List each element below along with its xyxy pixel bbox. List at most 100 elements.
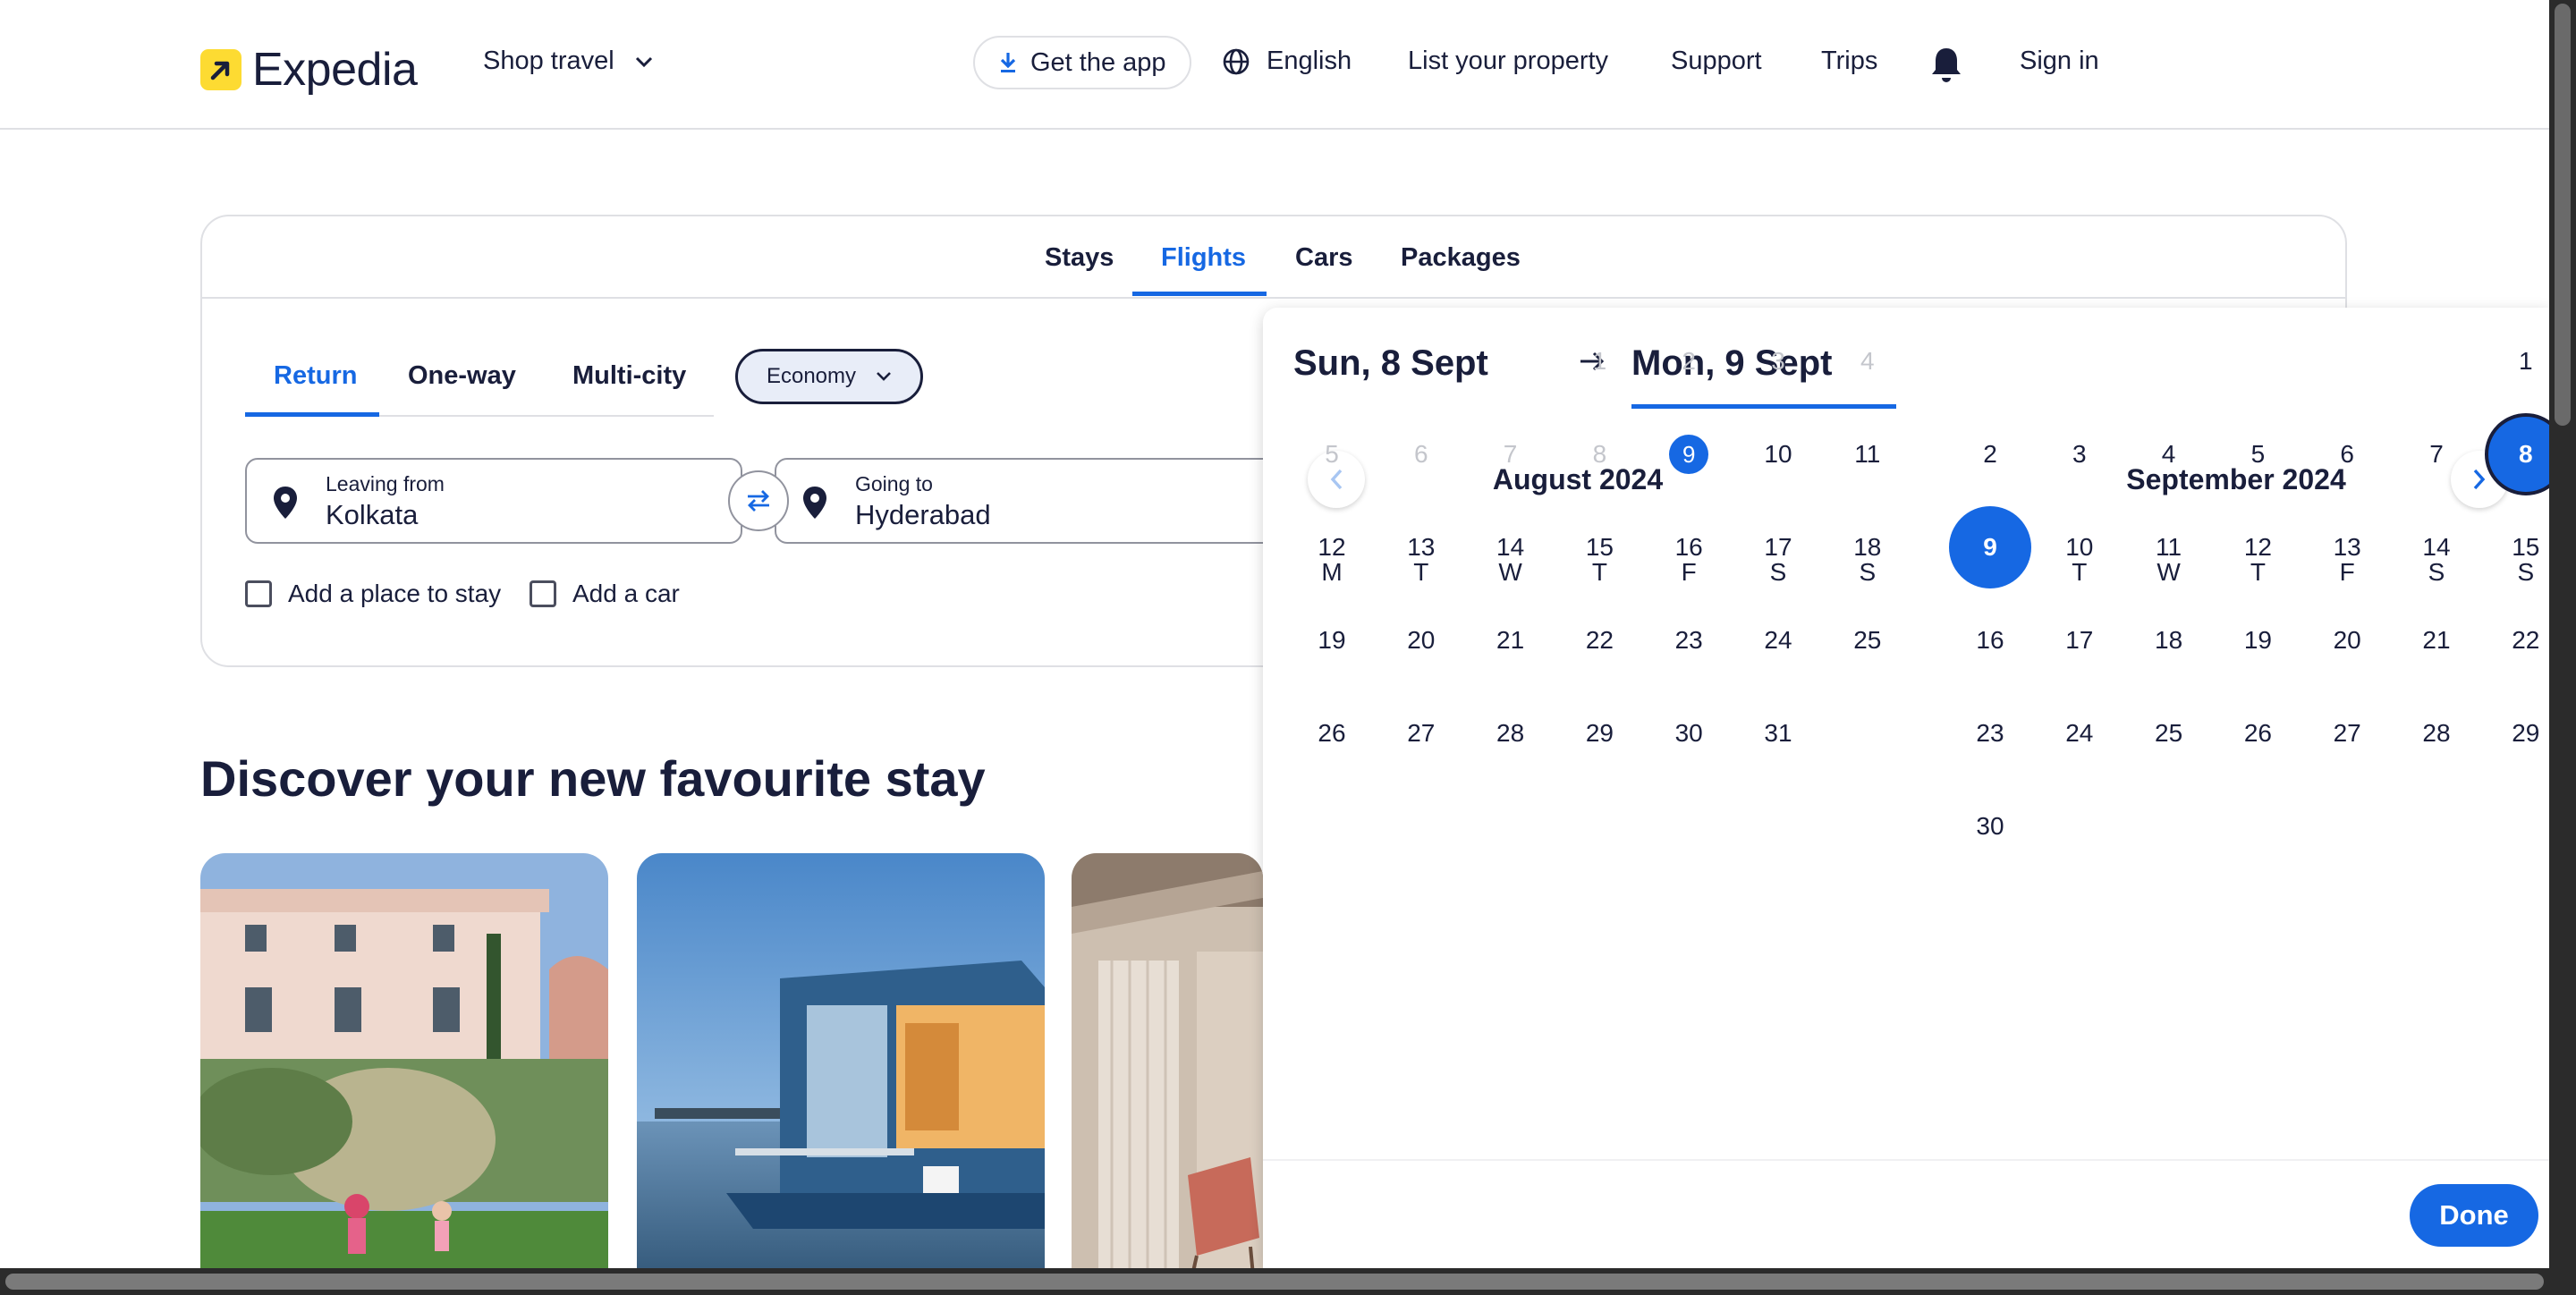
calendar-day[interactable]: 6 xyxy=(2306,413,2388,495)
cabin-class-dropdown[interactable]: Economy xyxy=(735,349,923,404)
calendar-day[interactable]: 24 xyxy=(2038,692,2121,774)
calendar-day[interactable]: 29 xyxy=(1558,692,1640,774)
going-to-value: Hyderabad xyxy=(855,499,991,530)
add-car-checkbox[interactable]: Add a car xyxy=(530,580,680,608)
calendar-day[interactable]: 14 xyxy=(1470,506,1552,588)
calendar-day: 5 xyxy=(1325,440,1339,468)
trip-type-return[interactable]: Return xyxy=(274,361,357,391)
leaving-from-value: Kolkata xyxy=(326,499,419,530)
calendar-day[interactable]: 21 xyxy=(2395,599,2478,681)
active-date-indicator xyxy=(1631,404,1896,409)
expedia-logo[interactable]: Expedia xyxy=(200,43,418,97)
stay-card-image-houseboat[interactable] xyxy=(637,853,1045,1295)
get-the-app-button[interactable]: Get the app xyxy=(973,36,1191,89)
top-header: Expedia Shop travel Get the app English … xyxy=(0,0,2549,130)
calendar-day[interactable]: 24 xyxy=(1737,599,1819,681)
calendar-day[interactable]: 10 xyxy=(1737,413,1819,495)
checkbox-box xyxy=(245,580,272,607)
calendar-day[interactable]: 23 xyxy=(1648,599,1730,681)
calendar-day[interactable]: 7 xyxy=(2395,413,2478,495)
leaving-from-field[interactable]: Leaving from Kolkata xyxy=(245,458,742,544)
calendar-day[interactable]: 30 xyxy=(1648,692,1730,774)
calendar-day[interactable]: 12 xyxy=(2216,506,2299,588)
location-pin-icon xyxy=(803,487,826,519)
calendar-day[interactable]: 3 xyxy=(2038,413,2121,495)
vertical-scrollbar-thumb[interactable] xyxy=(2555,4,2571,426)
logo-text: Expedia xyxy=(252,44,418,96)
swap-arrows-icon xyxy=(748,490,769,512)
calendar-day[interactable]: 26 xyxy=(1291,692,1373,774)
calendar-day[interactable]: 27 xyxy=(2306,692,2388,774)
calendar-day[interactable]: 18 xyxy=(1826,506,1909,588)
calendar-day[interactable]: 16 xyxy=(1949,599,2031,681)
calendar-day: 8 xyxy=(1592,440,1607,468)
calendar-day[interactable]: 21 xyxy=(1470,599,1552,681)
cabin-class-label: Economy xyxy=(766,364,857,388)
list-property-link[interactable]: List your property xyxy=(1408,47,1608,76)
calendar-day[interactable]: 18 xyxy=(2128,599,2210,681)
calendar-day[interactable]: 27 xyxy=(1380,692,1462,774)
tab-flights[interactable]: Flights xyxy=(1161,243,1246,273)
calendar-day[interactable]: 31 xyxy=(1737,692,1819,774)
calendar-day[interactable]: 19 xyxy=(2216,599,2299,681)
calendar-day[interactable]: 9 xyxy=(1648,413,1730,495)
calendar-day[interactable]: 2 xyxy=(1949,413,2031,495)
calendar-day[interactable]: 20 xyxy=(1380,599,1462,681)
done-button[interactable]: Done xyxy=(2410,1184,2538,1247)
tab-stays[interactable]: Stays xyxy=(1045,243,1114,273)
calendar-day[interactable]: 4 xyxy=(2128,413,2210,495)
tab-cars[interactable]: Cars xyxy=(1295,243,1353,273)
calendar-day[interactable]: 23 xyxy=(1949,692,2031,774)
calendar-day[interactable]: 30 xyxy=(1949,785,2031,868)
calendar-day[interactable]: 13 xyxy=(1380,506,1462,588)
stay-card-image-villa[interactable] xyxy=(200,853,608,1295)
trips-link[interactable]: Trips xyxy=(1821,47,1877,76)
calendar-day[interactable]: 28 xyxy=(1470,692,1552,774)
support-link[interactable]: Support xyxy=(1671,47,1762,76)
location-pin-icon xyxy=(274,487,297,519)
calendar-day[interactable]: 13 xyxy=(2306,506,2388,588)
departure-date[interactable]: Sun, 8 Sept xyxy=(1293,343,1488,384)
calendar-day: 3 xyxy=(1771,347,1785,375)
calendar-day[interactable]: 19 xyxy=(1291,599,1373,681)
shop-travel-menu[interactable]: Shop travel xyxy=(483,47,654,76)
calendar-day[interactable]: 11 xyxy=(2128,506,2210,588)
calendar-day[interactable]: 10 xyxy=(2038,506,2121,588)
calendar-day[interactable]: 20 xyxy=(2306,599,2388,681)
language-selector[interactable]: English xyxy=(1222,47,1352,76)
chevron-down-icon xyxy=(635,56,652,67)
stay-card-image-interior[interactable] xyxy=(1072,853,1263,1295)
calendar-day[interactable]: 9 xyxy=(1949,506,2031,588)
add-car-label: Add a car xyxy=(572,580,680,607)
picker-footer-divider xyxy=(1263,1159,2549,1161)
download-icon xyxy=(1000,53,1016,72)
calendar-day[interactable]: 17 xyxy=(2038,599,2121,681)
calendar-day[interactable]: 11 xyxy=(1826,413,1909,495)
calendar-day[interactable]: 17 xyxy=(1737,506,1819,588)
calendar-day[interactable]: 22 xyxy=(1558,599,1640,681)
calendar-day[interactable]: 12 xyxy=(1291,506,1373,588)
calendar-day[interactable]: 14 xyxy=(2395,506,2478,588)
notifications-bell-icon[interactable] xyxy=(1928,45,1964,89)
trip-type-multi-city[interactable]: Multi-city xyxy=(572,361,686,391)
calendar-day[interactable]: 25 xyxy=(1826,599,1909,681)
calendar-day[interactable]: 5 xyxy=(2216,413,2299,495)
trip-type-one-way[interactable]: One-way xyxy=(408,361,516,391)
horizontal-scrollbar-thumb[interactable] xyxy=(5,1274,2544,1290)
get-the-app-label: Get the app xyxy=(1030,47,1166,77)
calendar-day[interactable]: 16 xyxy=(1648,506,1730,588)
calendar-day: 7 xyxy=(1503,440,1518,468)
calendar-day[interactable]: 28 xyxy=(2395,692,2478,774)
calendar-day[interactable]: 15 xyxy=(1558,506,1640,588)
going-to-label: Going to xyxy=(855,472,933,495)
calendar-day[interactable]: 26 xyxy=(2216,692,2299,774)
swap-locations-button[interactable] xyxy=(728,470,789,531)
expedia-logo-icon xyxy=(200,49,242,90)
globe-icon xyxy=(1223,48,1250,74)
sign-in-link[interactable]: Sign in xyxy=(2020,47,2099,76)
add-place-to-stay-checkbox[interactable]: Add a place to stay xyxy=(245,580,501,608)
tab-packages[interactable]: Packages xyxy=(1401,243,1521,273)
calendar-day[interactable]: 25 xyxy=(2128,692,2210,774)
chevron-down-icon xyxy=(877,372,891,381)
calendar-day: 4 xyxy=(1860,347,1875,375)
